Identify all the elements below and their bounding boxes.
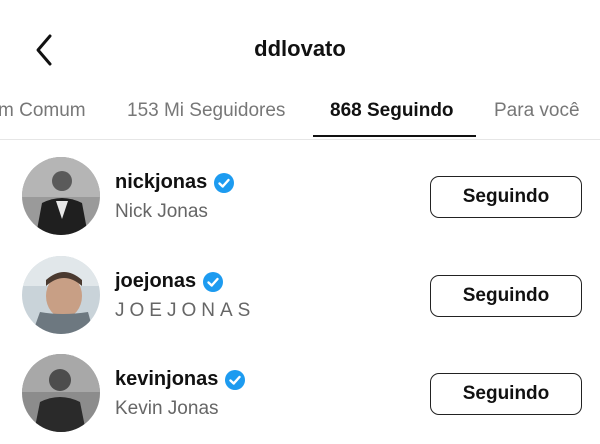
list-item[interactable]: joejonas JOEJONAS Seguindo xyxy=(0,256,600,346)
full-name: Nick Jonas xyxy=(115,201,208,222)
tab-followers[interactable]: 153 Mi Seguidores xyxy=(127,100,285,122)
avatar[interactable] xyxy=(22,157,100,235)
list-item[interactable]: kevinjonas Kevin Jonas Seguindo xyxy=(0,354,600,444)
username[interactable]: nickjonas xyxy=(115,171,207,194)
verified-badge-icon xyxy=(202,271,224,293)
username[interactable]: kevinjonas xyxy=(115,368,218,391)
username[interactable]: joejonas xyxy=(115,270,196,293)
following-button[interactable]: Seguindo xyxy=(430,373,582,415)
verified-badge-icon xyxy=(213,172,235,194)
tab-mutual[interactable]: m Comum xyxy=(0,100,86,122)
full-name: JOEJONAS xyxy=(115,300,256,321)
following-button[interactable]: Seguindo xyxy=(430,275,582,317)
tab-following[interactable]: 868 Seguindo xyxy=(330,100,454,122)
verified-badge-icon xyxy=(224,369,246,391)
list-item[interactable]: nickjonas Nick Jonas Seguindo xyxy=(0,157,600,247)
profile-username-title: ddlovato xyxy=(254,36,346,61)
tabs-divider xyxy=(0,139,600,140)
following-button[interactable]: Seguindo xyxy=(430,176,582,218)
top-header: ddlovato xyxy=(0,0,600,92)
tab-suggested[interactable]: Para você xyxy=(494,100,580,122)
avatar[interactable] xyxy=(22,354,100,432)
avatar[interactable] xyxy=(22,256,100,334)
follow-tabs: m Comum 153 Mi Seguidores 868 Seguindo P… xyxy=(0,92,600,138)
full-name: Kevin Jonas xyxy=(115,398,219,419)
active-tab-indicator xyxy=(313,135,476,137)
